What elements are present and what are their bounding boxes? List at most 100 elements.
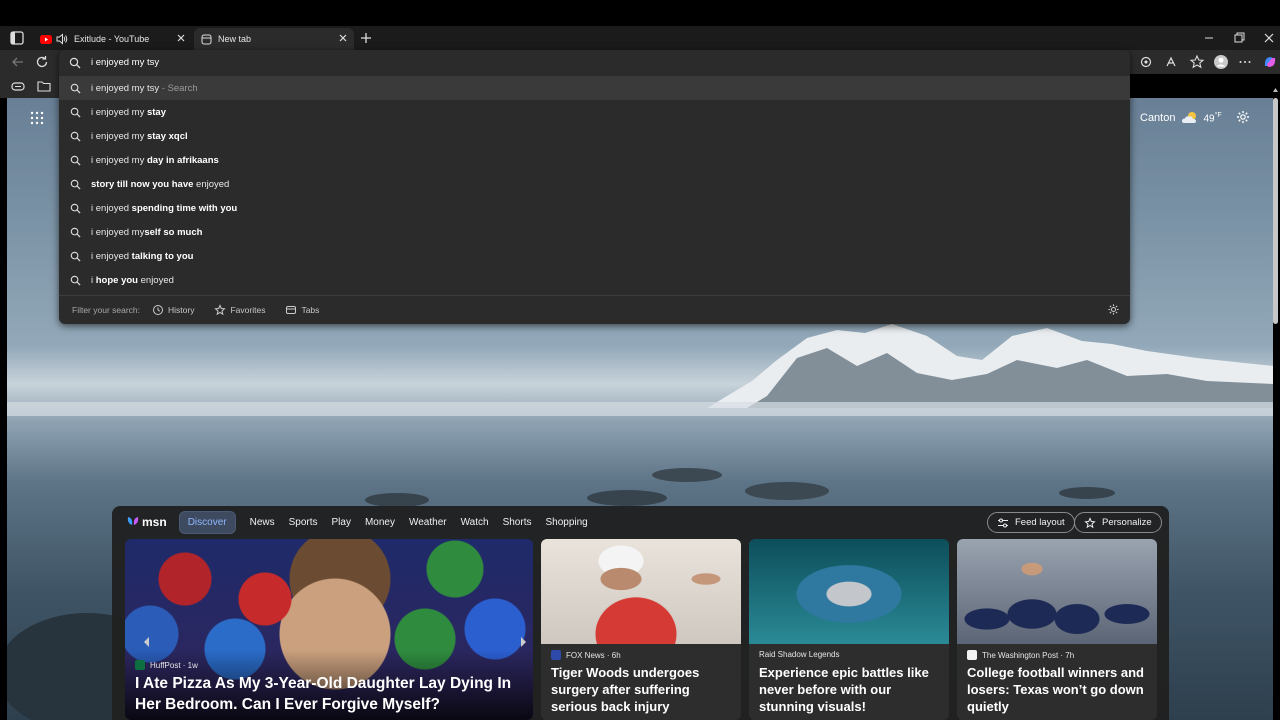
suggestion-text: i enjoyed my day in afrikaans bbox=[91, 154, 219, 166]
card-source: HuffPost · 1w bbox=[135, 660, 198, 670]
card-image bbox=[957, 539, 1157, 644]
suggestion-item[interactable]: i enjoyed spending time with you bbox=[59, 196, 1130, 220]
page-scrollbar[interactable] bbox=[1273, 98, 1278, 324]
suggestion-item[interactable]: i enjoyed my stay bbox=[59, 100, 1130, 124]
msn-tab-sports[interactable]: Sports bbox=[289, 517, 318, 528]
news-card[interactable]: The Washington Post · 7h College footbal… bbox=[957, 539, 1157, 720]
folder-icon[interactable] bbox=[36, 78, 52, 94]
msn-tab-discover[interactable]: Discover bbox=[178, 510, 236, 534]
carousel-next-icon[interactable] bbox=[517, 635, 529, 649]
suggestion-item[interactable]: i enjoyed my day in afrikaans bbox=[59, 148, 1130, 172]
partly-cloudy-icon bbox=[1182, 112, 1197, 123]
tab-title: Exitlude - YouTube bbox=[74, 34, 150, 44]
search-icon bbox=[70, 83, 81, 94]
workspaces-icon[interactable] bbox=[10, 78, 26, 94]
extensions-icon[interactable] bbox=[1138, 54, 1154, 70]
filter-favorites[interactable]: Favorites bbox=[214, 304, 265, 316]
msn-butterfly-icon bbox=[127, 517, 139, 525]
suggestion-text: i enjoyed my stay xqcl bbox=[91, 130, 188, 142]
new-tab-plus-icon[interactable] bbox=[358, 30, 374, 46]
suggestion-text: i enjoyed spending time with you bbox=[91, 202, 238, 214]
search-icon bbox=[70, 275, 81, 286]
msn-tab-shopping[interactable]: Shopping bbox=[545, 517, 587, 528]
news-card-sponsored[interactable]: Raid Shadow Legends Experience epic batt… bbox=[749, 539, 949, 720]
suggestion-text: i enjoyed my stay bbox=[91, 106, 166, 118]
card-headline[interactable]: Experience epic battles like never befor… bbox=[759, 664, 941, 715]
search-icon bbox=[70, 251, 81, 262]
more-menu-icon[interactable] bbox=[1237, 54, 1253, 70]
suggestion-text: i enjoyed talking to you bbox=[91, 250, 194, 262]
speaker-icon[interactable] bbox=[56, 33, 68, 45]
scroll-up-arrow-icon[interactable] bbox=[1272, 86, 1279, 94]
back-arrow-icon[interactable] bbox=[10, 54, 26, 70]
filter-tabs[interactable]: Tabs bbox=[285, 304, 319, 316]
card-headline[interactable]: Tiger Woods undergoes surgery after suff… bbox=[551, 664, 733, 715]
suggestion-text: i enjoyed my tsy - Search bbox=[91, 82, 198, 94]
close-tab-icon[interactable] bbox=[338, 33, 348, 43]
msn-logo[interactable]: msn bbox=[126, 515, 167, 529]
card-headline[interactable]: I Ate Pizza As My 3-Year-Old Daughter La… bbox=[135, 673, 525, 715]
personalize-button[interactable]: Personalize bbox=[1074, 512, 1162, 533]
suggestion-item[interactable]: i enjoyed myself so much bbox=[59, 220, 1130, 244]
search-icon bbox=[70, 107, 81, 118]
tabs-icon bbox=[286, 306, 297, 314]
address-bar-input[interactable] bbox=[91, 57, 991, 68]
suggestion-list: i enjoyed my tsy - Search i enjoyed my s… bbox=[59, 76, 1130, 292]
huffpost-logo-icon bbox=[135, 660, 145, 670]
top-strip bbox=[0, 0, 1280, 26]
profile-avatar-icon[interactable] bbox=[1213, 54, 1229, 70]
tab-youtube[interactable]: Exitlude - YouTube bbox=[34, 28, 192, 50]
card-source: FOX News · 6h bbox=[551, 650, 621, 660]
tab-actions-icon[interactable] bbox=[8, 30, 26, 46]
suggestion-item[interactable]: story till now you have enjoyed bbox=[59, 172, 1130, 196]
tab-strip: Exitlude - YouTube New tab bbox=[0, 26, 1280, 50]
msn-tab-shorts[interactable]: Shorts bbox=[503, 517, 532, 528]
search-icon bbox=[70, 179, 81, 190]
search-icon bbox=[70, 155, 81, 166]
dropdown-divider bbox=[59, 295, 1130, 296]
restore-icon[interactable] bbox=[1231, 30, 1247, 46]
news-card[interactable]: FOX News · 6h Tiger Woods undergoes surg… bbox=[541, 539, 741, 720]
youtube-icon bbox=[40, 33, 52, 45]
copilot-icon[interactable] bbox=[1262, 54, 1278, 70]
address-bar-dropdown: i enjoyed my tsy - Search i enjoyed my s… bbox=[59, 50, 1130, 324]
news-card-hero[interactable]: HuffPost · 1w I Ate Pizza As My 3-Year-O… bbox=[125, 539, 533, 720]
favorites-bar bbox=[0, 74, 60, 98]
search-icon bbox=[70, 131, 81, 142]
search-settings-gear-icon[interactable] bbox=[1107, 303, 1120, 316]
card-headline[interactable]: College football winners and losers: Tex… bbox=[967, 664, 1149, 715]
filter-label: Filter your search: bbox=[72, 305, 141, 315]
page-settings-gear-icon[interactable] bbox=[1236, 110, 1250, 124]
weather-widget[interactable]: Canton 49°F bbox=[1140, 109, 1222, 127]
app-launcher-icon[interactable] bbox=[30, 111, 44, 125]
suggestion-item[interactable]: i enjoyed my stay xqcl bbox=[59, 124, 1130, 148]
suggestion-item[interactable]: i enjoyed my tsy - Search bbox=[59, 76, 1130, 100]
minimize-icon[interactable] bbox=[1201, 30, 1217, 46]
address-bar[interactable] bbox=[59, 50, 1130, 75]
read-aloud-icon[interactable] bbox=[1163, 54, 1179, 70]
close-window-icon[interactable] bbox=[1261, 30, 1277, 46]
msn-tab-money[interactable]: Money bbox=[365, 517, 395, 528]
search-filter-bar: Filter your search: History Favorites Ta… bbox=[59, 300, 1130, 320]
card-source: The Washington Post · 7h bbox=[967, 650, 1074, 660]
msn-tab-weather[interactable]: Weather bbox=[409, 517, 447, 528]
suggestion-item[interactable]: i enjoyed talking to you bbox=[59, 244, 1130, 268]
card-image bbox=[541, 539, 741, 644]
msn-tab-play[interactable]: Play bbox=[332, 517, 351, 528]
carousel-prev-icon[interactable] bbox=[141, 635, 153, 649]
msn-tab-news[interactable]: News bbox=[250, 517, 275, 528]
tab-new-tab[interactable]: New tab bbox=[194, 28, 354, 50]
card-image bbox=[749, 539, 949, 644]
msn-tab-watch[interactable]: Watch bbox=[461, 517, 489, 528]
suggestion-text: i enjoyed myself so much bbox=[91, 226, 203, 238]
close-tab-icon[interactable] bbox=[176, 33, 186, 43]
search-icon bbox=[70, 227, 81, 238]
sliders-icon bbox=[998, 518, 1008, 527]
suggestion-item[interactable]: i hope you enjoyed bbox=[59, 268, 1130, 292]
feed-layout-button[interactable]: Feed layout bbox=[987, 512, 1075, 533]
washington-post-logo-icon bbox=[967, 650, 977, 660]
newtab-icon bbox=[200, 33, 212, 45]
refresh-icon[interactable] bbox=[34, 54, 50, 70]
favorites-star-icon[interactable] bbox=[1189, 54, 1205, 70]
filter-history[interactable]: History bbox=[152, 304, 194, 316]
